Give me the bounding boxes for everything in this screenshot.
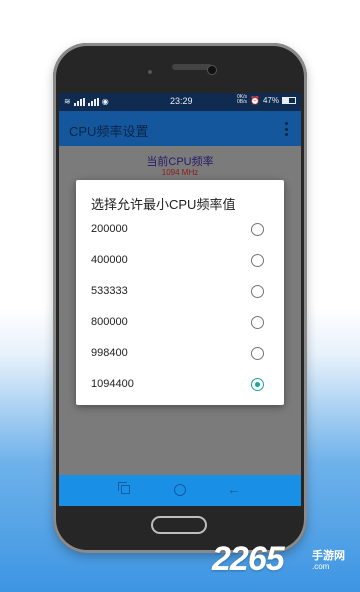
status-bar: ≋ ◉ 23:29 0K/s 0B/s ⏰ 47% (59, 93, 301, 111)
option-row[interactable]: 1094400 (76, 370, 284, 400)
option-label: 400000 (91, 254, 128, 266)
option-row[interactable]: 800000 (76, 308, 284, 338)
radio-button[interactable] (251, 316, 264, 329)
cell-signal-icon (73, 97, 85, 106)
battery-fill (283, 98, 289, 103)
option-row[interactable]: 400000 (76, 246, 284, 276)
option-row[interactable]: 533333 (76, 277, 284, 307)
front-camera (208, 66, 216, 74)
more-vertical-icon[interactable] (285, 122, 289, 136)
net-speed: 0K/s 0B/s (237, 95, 247, 105)
app-title: CPU频率设置 (69, 124, 149, 139)
battery-icon (282, 97, 296, 104)
speaker-grille (172, 64, 212, 70)
navigation-bar: ← (59, 475, 301, 506)
radio-button[interactable] (251, 378, 264, 391)
radio-button[interactable] (251, 285, 264, 298)
option-label: 998400 (91, 347, 128, 359)
alarm-icon: ⏰ (250, 96, 260, 105)
net-speed-down: 0B/s (237, 99, 248, 105)
current-freq-label: 当前CPU频率 (146, 156, 214, 168)
recent-apps-icon[interactable] (118, 482, 130, 494)
back-icon[interactable]: ← (227, 482, 241, 496)
watermark-sub-bottom: .com (312, 562, 330, 571)
sync-icon: ◉ (101, 97, 109, 106)
radio-button[interactable] (251, 347, 264, 360)
wifi-signal-icon: ≋ (64, 97, 71, 106)
home-hardware-button[interactable] (151, 516, 207, 534)
option-label: 1094400 (91, 378, 134, 390)
watermark-logo: 2265 (212, 540, 285, 578)
clock: 23:29 (170, 96, 193, 106)
status-right: 0K/s 0B/s ⏰ 47% (237, 95, 296, 105)
radio-button[interactable] (251, 254, 264, 267)
option-row[interactable]: 200000 (76, 215, 284, 245)
battery-percent: 47% (262, 96, 279, 105)
dialog-title: 选择允许最小CPU频率值 (91, 197, 236, 212)
option-label: 533333 (91, 285, 128, 297)
home-icon[interactable] (174, 484, 186, 496)
app-bar: CPU频率设置 (59, 111, 301, 146)
watermark-sub-top: 手游网 (312, 550, 345, 562)
min-freq-dialog: 选择允许最小CPU频率值 200000 400000 533333 800000… (76, 180, 284, 405)
proximity-sensor (148, 70, 152, 74)
cell-signal-2-icon (87, 97, 99, 106)
option-label: 200000 (91, 223, 128, 235)
option-label: 800000 (91, 316, 128, 328)
option-row[interactable]: 998400 (76, 339, 284, 369)
status-left: ≋ ◉ (64, 97, 109, 106)
current-freq-value: 1094 MHz (161, 168, 199, 177)
radio-button[interactable] (251, 223, 264, 236)
